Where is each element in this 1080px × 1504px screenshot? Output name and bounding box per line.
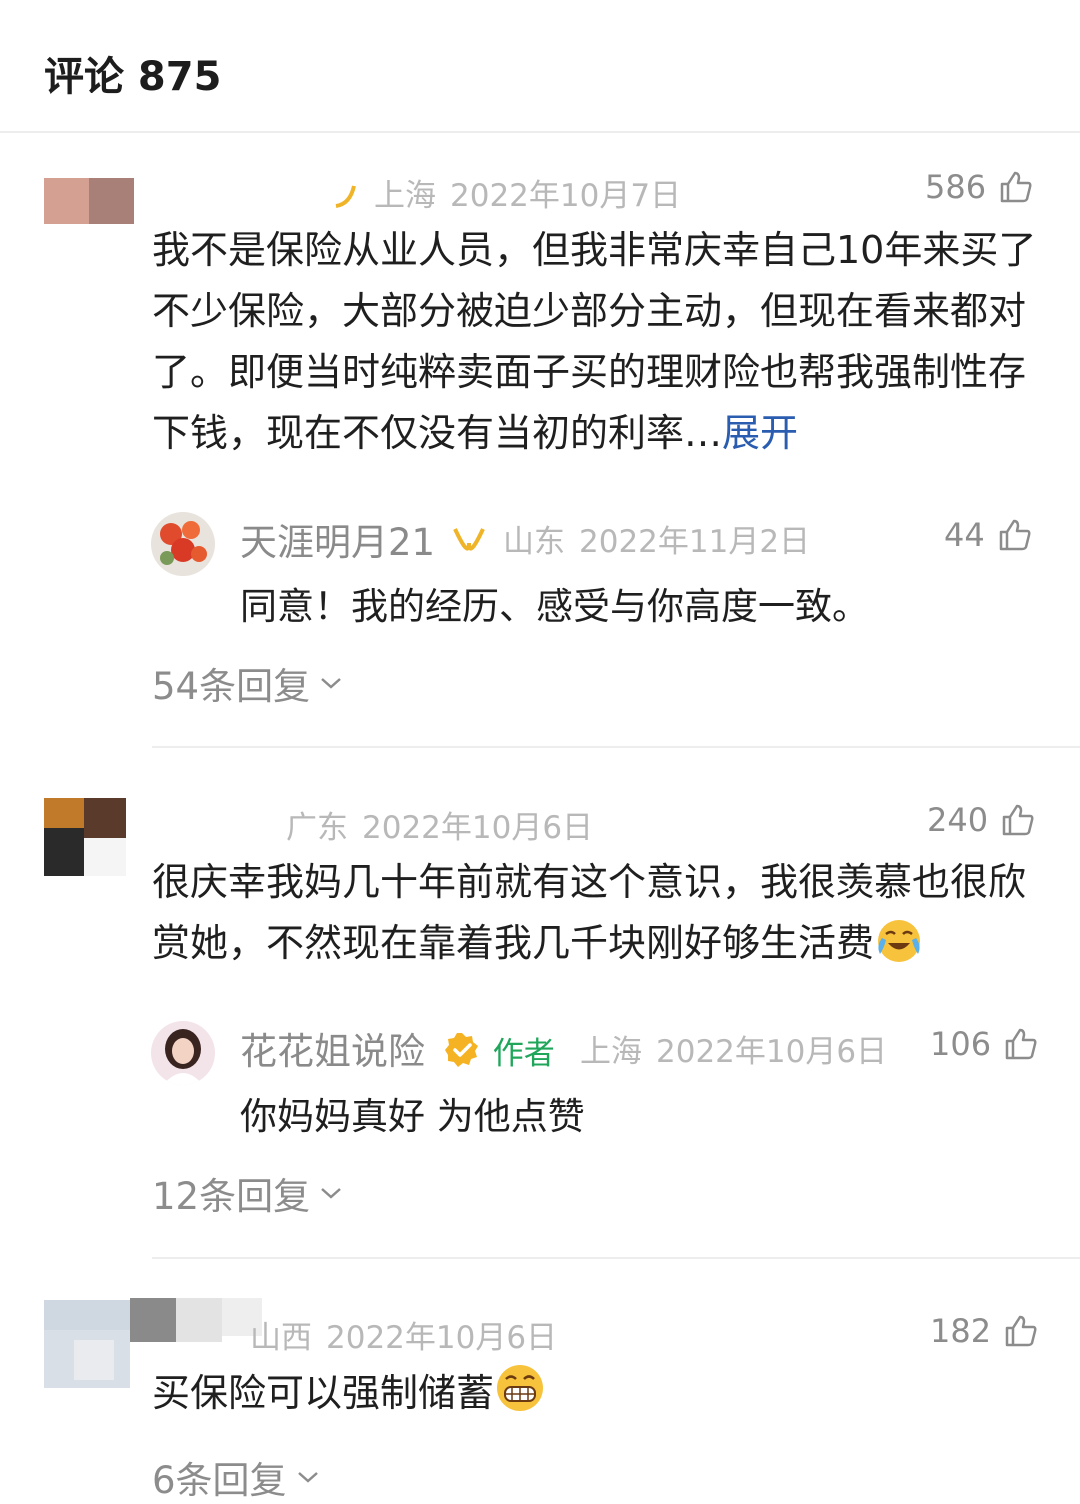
username-obscured [130, 1298, 262, 1342]
comment-divider [152, 746, 1080, 748]
avatar[interactable] [44, 798, 126, 876]
reply-meta: 上海 2022年10月6日 [580, 1026, 901, 1071]
chevron-down-icon [297, 1472, 318, 1483]
reply-like-button[interactable]: 44 [944, 516, 1033, 554]
verified-badge-icon [444, 1033, 478, 1067]
comment-meta: 广东 2022年10月6日 [286, 802, 607, 847]
reply-like-button[interactable]: 106 [930, 1025, 1039, 1063]
reply-meta: 山东 2022年11月2日 [503, 516, 824, 561]
comment-date: 2022年10月7日 [450, 178, 682, 214]
comment-meta: 山西 2022年10月6日 [250, 1312, 571, 1357]
reply-date: 2022年10月6日 [656, 1034, 888, 1070]
comment-date: 2022年10月6日 [362, 810, 594, 846]
expand-link[interactable]: 展开 [722, 411, 798, 455]
reply-username-row: 花花姐说险 作者 [240, 1021, 569, 1075]
comments-header: 评论 875 [0, 0, 1080, 131]
comment-text: 很庆幸我妈几十年前就有这个意识，我很羡慕也很欣赏她，不然现在靠着我几千块刚好够生… [152, 852, 1042, 974]
like-count: 240 [927, 801, 989, 839]
comments-title: 评论 875 [44, 54, 222, 100]
thumbs-up-icon [1002, 804, 1034, 836]
avatar[interactable] [44, 178, 134, 224]
header-divider [0, 131, 1080, 133]
view-replies-button[interactable]: 12条回复 [152, 1166, 344, 1220]
chevron-down-icon [321, 1188, 341, 1199]
vip-badge-icon [453, 528, 485, 551]
view-replies-button[interactable]: 6条回复 [152, 1450, 321, 1504]
comment-location: 广东 [286, 810, 348, 846]
reply-username-row: 天涯明月21 [240, 512, 487, 566]
comment-location: 山西 [250, 1320, 312, 1356]
crying-laughing-emoji [878, 920, 921, 962]
comment-text: 我不是保险从业人员，但我非常庆幸自己10年来买了不少保险，大部分被迫少部分主动，… [152, 220, 1042, 464]
like-count: 586 [925, 168, 987, 206]
reply-location: 山东 [503, 524, 565, 560]
like-button[interactable]: 586 [925, 168, 1034, 206]
like-button[interactable]: 240 [927, 801, 1036, 839]
reply-location: 上海 [580, 1034, 642, 1070]
comment-location: 上海 [374, 178, 436, 214]
reply-count-label: 54条回复 [152, 665, 311, 708]
reply-count-label: 12条回复 [152, 1175, 311, 1218]
reply-username[interactable]: 天涯明月21 [240, 521, 435, 564]
view-replies-button[interactable]: 54条回复 [152, 656, 344, 710]
reply-like-count: 106 [930, 1025, 992, 1063]
reply-like-count: 44 [944, 516, 985, 554]
reply-avatar[interactable] [151, 1021, 215, 1085]
reply-date: 2022年11月2日 [579, 524, 811, 560]
thumbs-up-icon [999, 519, 1031, 551]
comment-divider [152, 1257, 1080, 1259]
like-count: 182 [930, 1312, 992, 1350]
reply-text: 同意！我的经历、感受与你高度一致。 [240, 585, 869, 628]
comment-meta: 上海 2022年10月7日 [330, 170, 695, 215]
avatar[interactable] [44, 1300, 130, 1388]
thumbs-up-icon [1005, 1315, 1037, 1347]
author-tag: 作者 [492, 1036, 555, 1072]
thumbs-up-icon [1005, 1028, 1037, 1060]
comment-text-content: 买保险可以强制储蓄 [152, 1371, 495, 1415]
comment-text: 买保险可以强制储蓄 [152, 1362, 1042, 1424]
reply-count-label: 6条回复 [152, 1459, 287, 1502]
grinning-emoji [497, 1365, 544, 1411]
badge-icon [335, 185, 356, 208]
reply-username[interactable]: 花花姐说险 [240, 1030, 425, 1073]
comment-text-content: 我不是保险从业人员，但我非常庆幸自己10年来买了不少保险，大部分被迫少部分主动，… [152, 228, 1037, 455]
like-button[interactable]: 182 [930, 1312, 1039, 1350]
reply-text: 你妈妈真好 为他点赞 [240, 1095, 585, 1138]
thumbs-up-icon [1000, 171, 1032, 203]
comment-date: 2022年10月6日 [326, 1320, 558, 1356]
chevron-down-icon [321, 678, 341, 689]
reply-avatar[interactable] [151, 512, 215, 576]
